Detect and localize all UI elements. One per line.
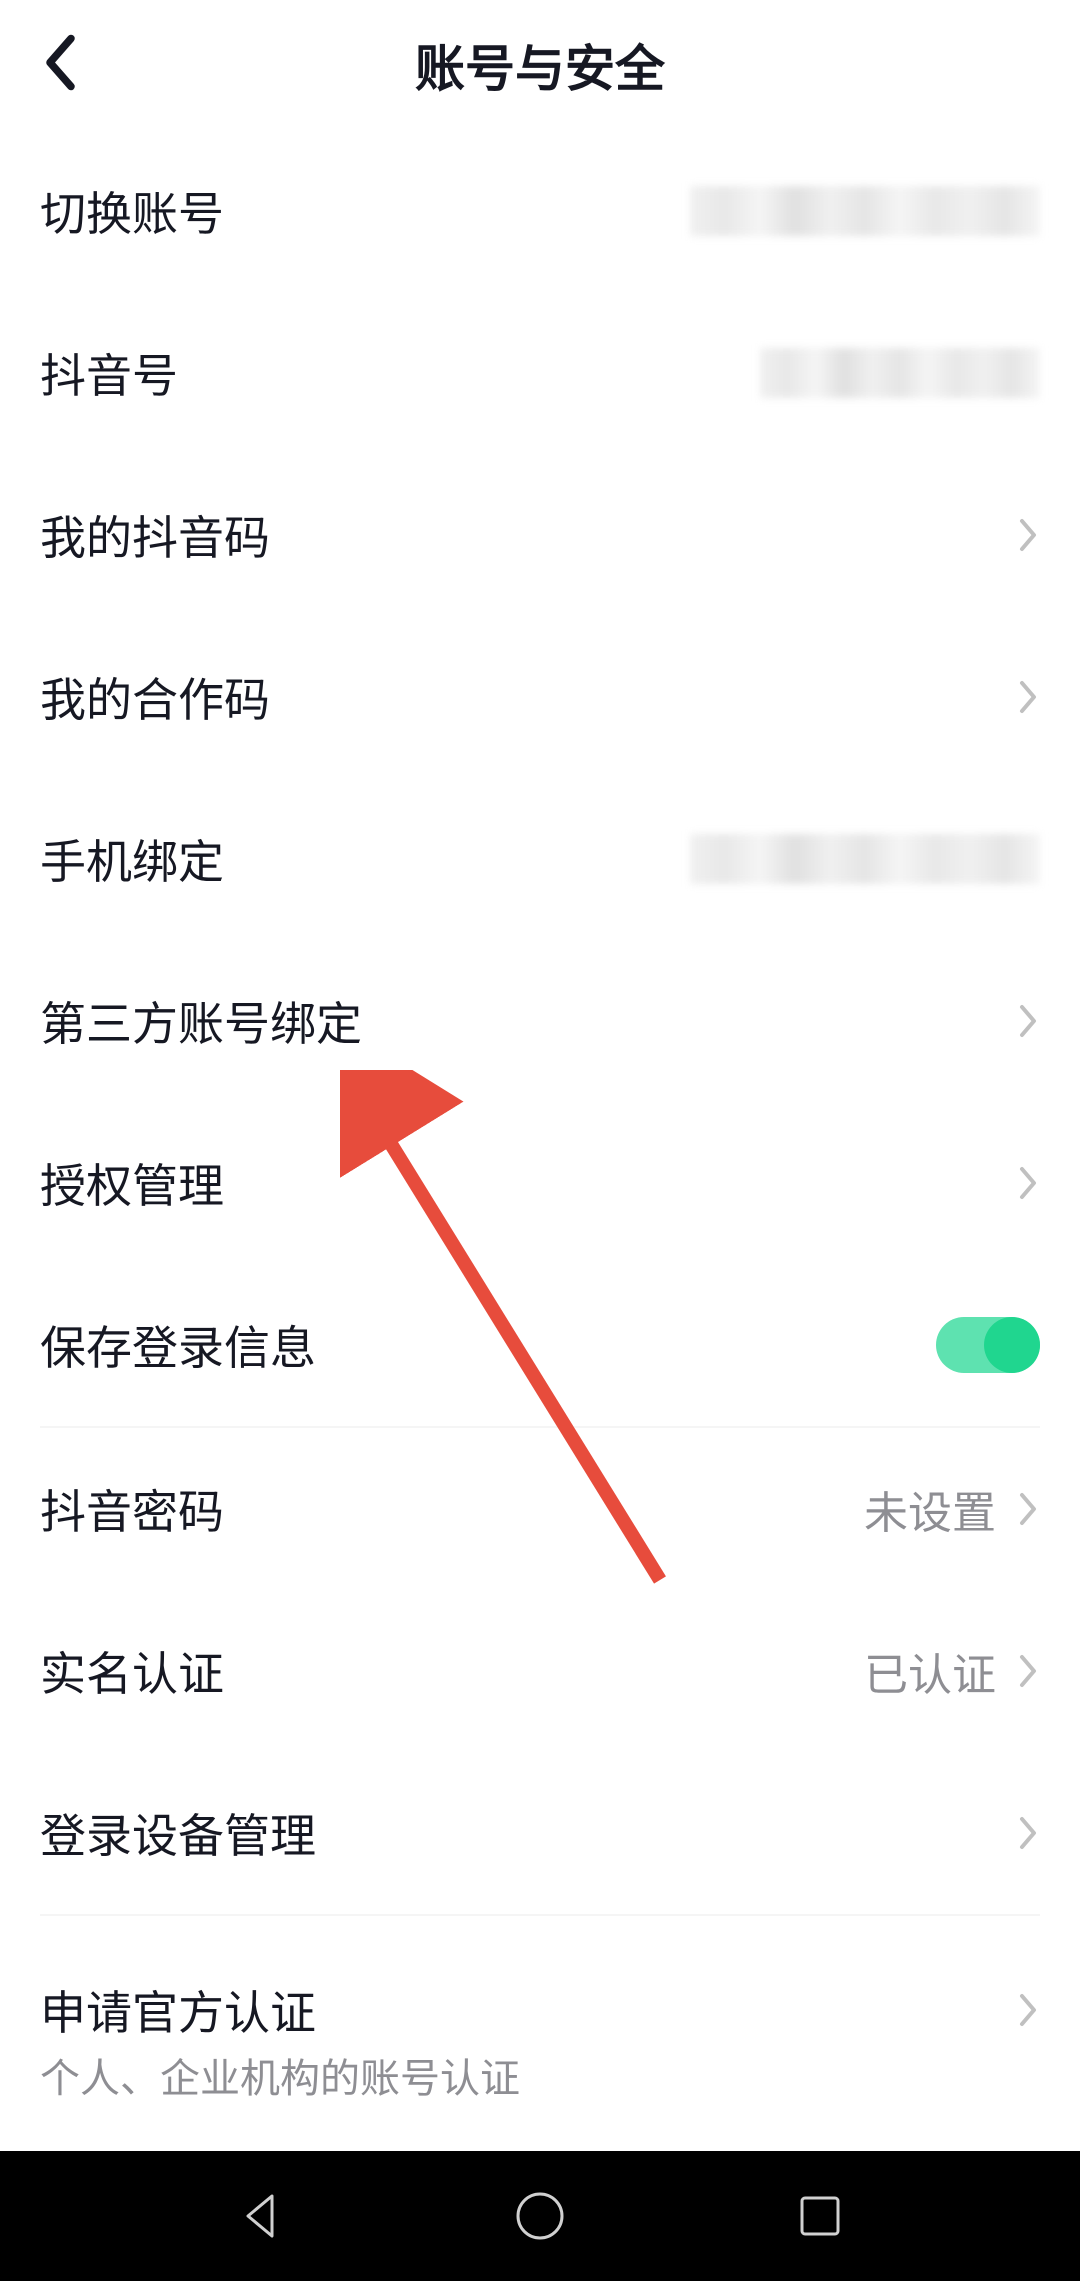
nav-home-button[interactable]: [510, 2186, 570, 2246]
nav-recent-button[interactable]: [790, 2186, 850, 2246]
chevron-right-icon: [1016, 1001, 1040, 1041]
list-item-label: 手机绑定: [40, 826, 224, 892]
list-item-right: [760, 348, 1040, 398]
chevron-right-icon: [1016, 1813, 1040, 1853]
list-item-douyin-id[interactable]: 抖音号: [0, 292, 1080, 454]
list-item-login-device-management[interactable]: 登录设备管理: [0, 1752, 1080, 1914]
list-item-label: 实名认证: [40, 1638, 224, 1704]
list-item-value: 未设置: [864, 1477, 996, 1541]
list-item-right: [1016, 1163, 1040, 1203]
blurred-value: [690, 186, 1040, 236]
list-item-label: 我的合作码: [40, 664, 270, 730]
toggle-save-login[interactable]: [936, 1317, 1040, 1373]
list-item-authorization-management[interactable]: 授权管理: [0, 1102, 1080, 1264]
list-item-label: 第三方账号绑定: [40, 988, 362, 1054]
list-item-right: 未设置: [864, 1477, 1040, 1541]
list-item-right: [1016, 1990, 1040, 2030]
list-item-right: [1016, 1001, 1040, 1041]
chevron-right-icon: [1016, 677, 1040, 717]
back-icon: [40, 33, 78, 93]
back-button[interactable]: [40, 33, 78, 98]
list-item-save-login-info: 保存登录信息: [0, 1264, 1080, 1426]
list-item-label: 授权管理: [40, 1150, 224, 1216]
list-item-label: 申请官方认证: [40, 1977, 316, 2043]
blurred-value: [690, 834, 1040, 884]
list-item-phone-binding[interactable]: 手机绑定: [0, 778, 1080, 940]
list-item-right: [936, 1317, 1040, 1373]
list-item-my-cooperation-code[interactable]: 我的合作码: [0, 616, 1080, 778]
blurred-value: [760, 348, 1040, 398]
chevron-right-icon: [1016, 1489, 1040, 1529]
chevron-right-icon: [1016, 1651, 1040, 1691]
content: 切换账号 抖音号 我的抖音码 我的合作码 手机绑定: [0, 130, 1080, 2124]
list-item-subtitle: 个人、企业机构的账号认证: [0, 2046, 1080, 2124]
list-item-douyin-password[interactable]: 抖音密码 未设置: [0, 1428, 1080, 1590]
list-item-value: 已认证: [864, 1639, 996, 1703]
list-item-right: [1016, 1813, 1040, 1853]
list-item-right: [1016, 677, 1040, 717]
list-item-label: 抖音密码: [40, 1476, 224, 1542]
chevron-right-icon: [1016, 1990, 1040, 2030]
page-title: 账号与安全: [415, 29, 665, 101]
list-item-switch-account[interactable]: 切换账号: [0, 130, 1080, 292]
list-item-third-party-binding[interactable]: 第三方账号绑定: [0, 940, 1080, 1102]
list-item-right: 已认证: [864, 1639, 1040, 1703]
system-nav-bar: [0, 2151, 1080, 2281]
nav-back-button[interactable]: [230, 2186, 290, 2246]
list-item-label: 抖音号: [40, 340, 178, 406]
list-item-my-douyin-code[interactable]: 我的抖音码: [0, 454, 1080, 616]
list-item-right: [1016, 515, 1040, 555]
list-item-right: [690, 186, 1040, 236]
chevron-right-icon: [1016, 1163, 1040, 1203]
list-item-label: 登录设备管理: [40, 1800, 316, 1866]
toggle-knob: [984, 1317, 1040, 1373]
chevron-right-icon: [1016, 515, 1040, 555]
list-item-label: 切换账号: [40, 178, 224, 244]
header: 账号与安全: [0, 0, 1080, 130]
list-item-right: [690, 834, 1040, 884]
list-item-label: 保存登录信息: [40, 1312, 316, 1378]
list-item-label: 我的抖音码: [40, 502, 270, 568]
list-item-real-name-verification[interactable]: 实名认证 已认证: [0, 1590, 1080, 1752]
